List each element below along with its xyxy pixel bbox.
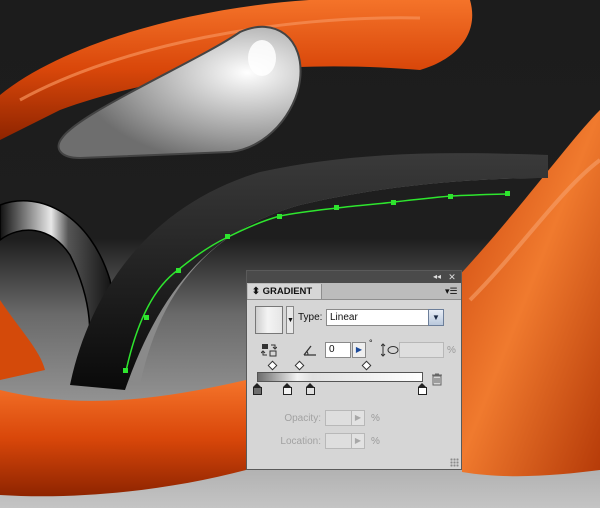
tab-expand-icon: ⬍ — [252, 286, 260, 297]
anchor-point[interactable] — [391, 200, 396, 205]
gradient-stop-swatch — [283, 387, 292, 395]
gradient-stop-swatch — [306, 387, 315, 395]
close-panel-button[interactable]: ✕ — [446, 272, 458, 282]
gradient-stop[interactable] — [418, 383, 427, 395]
opacity-dropdown-button[interactable]: ▶ — [351, 410, 365, 426]
anchor-point[interactable] — [225, 234, 230, 239]
gradient-midpoint[interactable] — [267, 360, 278, 371]
gradient-stop-swatch — [418, 387, 427, 395]
anchor-point[interactable] — [277, 214, 282, 219]
resize-grip[interactable] — [450, 458, 459, 467]
panel-tab-bar: ⬍ GRADIENT ▾☰ — [247, 283, 461, 300]
location-unit: % — [371, 436, 380, 447]
type-select-value: Linear — [330, 312, 358, 323]
opacity-label: Opacity: — [284, 413, 321, 424]
tab-gradient-label: GRADIENT — [262, 286, 313, 297]
anchor-point[interactable] — [505, 191, 510, 196]
gradient-swatch[interactable] — [255, 306, 283, 334]
anchor-point[interactable] — [144, 315, 149, 320]
location-label: Location: — [280, 436, 321, 447]
location-dropdown-button[interactable]: ▶ — [351, 433, 365, 449]
teardrop-highlight — [248, 40, 276, 76]
anchor-point[interactable] — [334, 205, 339, 210]
chevron-down-icon[interactable]: ▼ — [428, 309, 444, 326]
panel-title-bar[interactable]: ◂◂ ✕ — [247, 271, 461, 283]
gradient-midpoint[interactable] — [361, 360, 372, 371]
anchor-point[interactable] — [176, 268, 181, 273]
opacity-unit: % — [371, 413, 380, 424]
gradient-midpoint[interactable] — [294, 360, 305, 371]
gradient-stop[interactable] — [283, 383, 292, 395]
gradient-slider[interactable] — [257, 372, 423, 382]
degree-symbol: ° — [369, 338, 373, 348]
tab-gradient[interactable]: ⬍ GRADIENT — [248, 284, 322, 299]
aspect-ratio-unit: % — [447, 345, 456, 356]
reverse-gradient-icon[interactable] — [261, 343, 277, 357]
angle-icon — [303, 345, 316, 356]
aspect-ratio-icon — [381, 343, 399, 357]
anchor-point[interactable] — [123, 368, 128, 373]
swatch-dropdown-button[interactable]: ▼ — [286, 306, 294, 334]
trash-icon[interactable] — [431, 373, 443, 386]
angle-input[interactable]: 0 — [325, 342, 351, 358]
collapse-panel-button[interactable]: ◂◂ — [431, 272, 443, 282]
angle-dropdown-button[interactable]: ▶ — [352, 342, 366, 358]
type-select[interactable]: Linear ▼ — [326, 309, 444, 326]
panel-menu-button[interactable]: ▾☰ — [445, 286, 458, 296]
gradient-stop[interactable] — [306, 383, 315, 395]
anchor-point[interactable] — [448, 194, 453, 199]
aspect-ratio-input[interactable] — [399, 342, 444, 358]
gradient-stop[interactable] — [253, 383, 262, 395]
gradient-stop-swatch — [253, 387, 262, 395]
type-label: Type: — [298, 312, 323, 323]
gradient-panel: ◂◂ ✕ ⬍ GRADIENT ▾☰ ▼ Type: Linear ▼ 0 ▶ … — [246, 270, 462, 470]
